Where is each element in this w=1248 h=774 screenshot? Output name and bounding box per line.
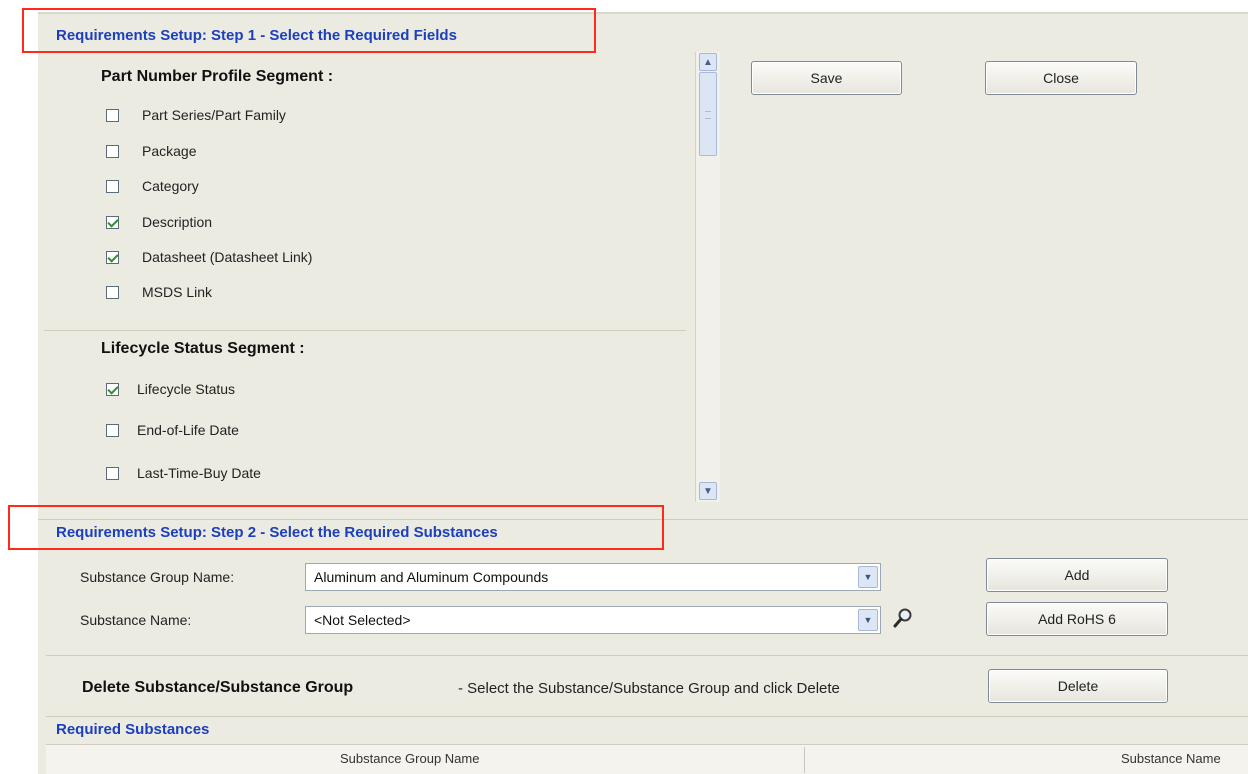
field-last-time-buy-date[interactable]: Last-Time-Buy Date	[106, 462, 261, 484]
close-button[interactable]: Close	[985, 61, 1137, 95]
checkbox[interactable]	[106, 108, 119, 122]
field-label: Description	[142, 214, 213, 230]
magnifier-icon[interactable]	[892, 606, 916, 630]
part-segment-title: Part Number Profile Segment :	[101, 68, 334, 85]
checkbox[interactable]	[106, 179, 119, 193]
field-datasheet[interactable]: Datasheet (Datasheet Link)	[106, 246, 312, 268]
checkbox[interactable]	[106, 144, 119, 158]
section-divider	[46, 716, 1248, 717]
field-label: Package	[142, 143, 197, 159]
combo-value: <Not Selected>	[314, 612, 411, 628]
field-label: Datasheet (Datasheet Link)	[142, 249, 313, 265]
column-header-substance-group[interactable]: Substance Group Name	[340, 751, 479, 766]
add-button[interactable]: Add	[986, 558, 1168, 592]
section-divider	[46, 655, 1248, 656]
combo-value: Aluminum and Aluminum Compounds	[314, 569, 549, 585]
required-substances-title: Required Substances	[56, 721, 210, 738]
checkbox[interactable]	[106, 215, 119, 229]
column-separator[interactable]	[804, 747, 805, 773]
column-header-substance-name[interactable]: Substance Name	[1121, 751, 1221, 766]
delete-section-title: Delete Substance/Substance Group	[82, 679, 354, 696]
field-lifecycle-status[interactable]: Lifecycle Status	[106, 378, 235, 400]
step1-highlight-box	[22, 8, 596, 53]
lifecycle-segment-title: Lifecycle Status Segment :	[101, 340, 305, 357]
delete-button[interactable]: Delete	[988, 669, 1168, 703]
field-label: Part Series/Part Family	[142, 107, 286, 123]
field-part-series[interactable]: Part Series/Part Family	[106, 104, 286, 126]
chevron-down-icon[interactable]: ▼	[858, 566, 878, 588]
field-description[interactable]: Description	[106, 211, 212, 233]
substance-name-select[interactable]: <Not Selected> ▼	[305, 606, 881, 634]
checkbox[interactable]	[106, 466, 119, 480]
step2-highlight-box	[8, 505, 664, 550]
chevron-up-icon[interactable]: ▲	[699, 53, 717, 71]
substance-name-label: Substance Name:	[80, 612, 192, 628]
field-category[interactable]: Category	[106, 175, 199, 197]
save-button[interactable]: Save	[751, 61, 902, 95]
checkbox[interactable]	[106, 285, 119, 299]
chevron-down-icon[interactable]: ▼	[858, 609, 878, 631]
field-label: Last-Time-Buy Date	[137, 465, 261, 481]
add-rohs6-button[interactable]: Add RoHS 6	[986, 602, 1168, 636]
fields-scrollbar[interactable]: ▲ ▼	[695, 52, 720, 502]
checkbox[interactable]	[106, 423, 119, 437]
field-label: Category	[142, 178, 199, 194]
scroll-thumb[interactable]	[699, 72, 717, 156]
field-label: MSDS Link	[142, 284, 213, 300]
field-label: Lifecycle Status	[137, 381, 236, 397]
delete-hint: - Select the Substance/Substance Group a…	[458, 680, 840, 697]
field-package[interactable]: Package	[106, 140, 196, 162]
required-substances-grid-header: Substance Group Name Substance Name	[46, 744, 1248, 774]
checkbox[interactable]	[106, 382, 119, 396]
substance-group-label: Substance Group Name:	[80, 569, 235, 585]
checkbox[interactable]	[106, 250, 119, 264]
field-msds-link[interactable]: MSDS Link	[106, 281, 212, 303]
segment-divider	[44, 330, 686, 331]
substance-group-select[interactable]: Aluminum and Aluminum Compounds ▼	[305, 563, 881, 591]
chevron-down-icon[interactable]: ▼	[699, 482, 717, 500]
field-end-of-life-date[interactable]: End-of-Life Date	[106, 419, 239, 441]
field-label: End-of-Life Date	[137, 422, 239, 438]
